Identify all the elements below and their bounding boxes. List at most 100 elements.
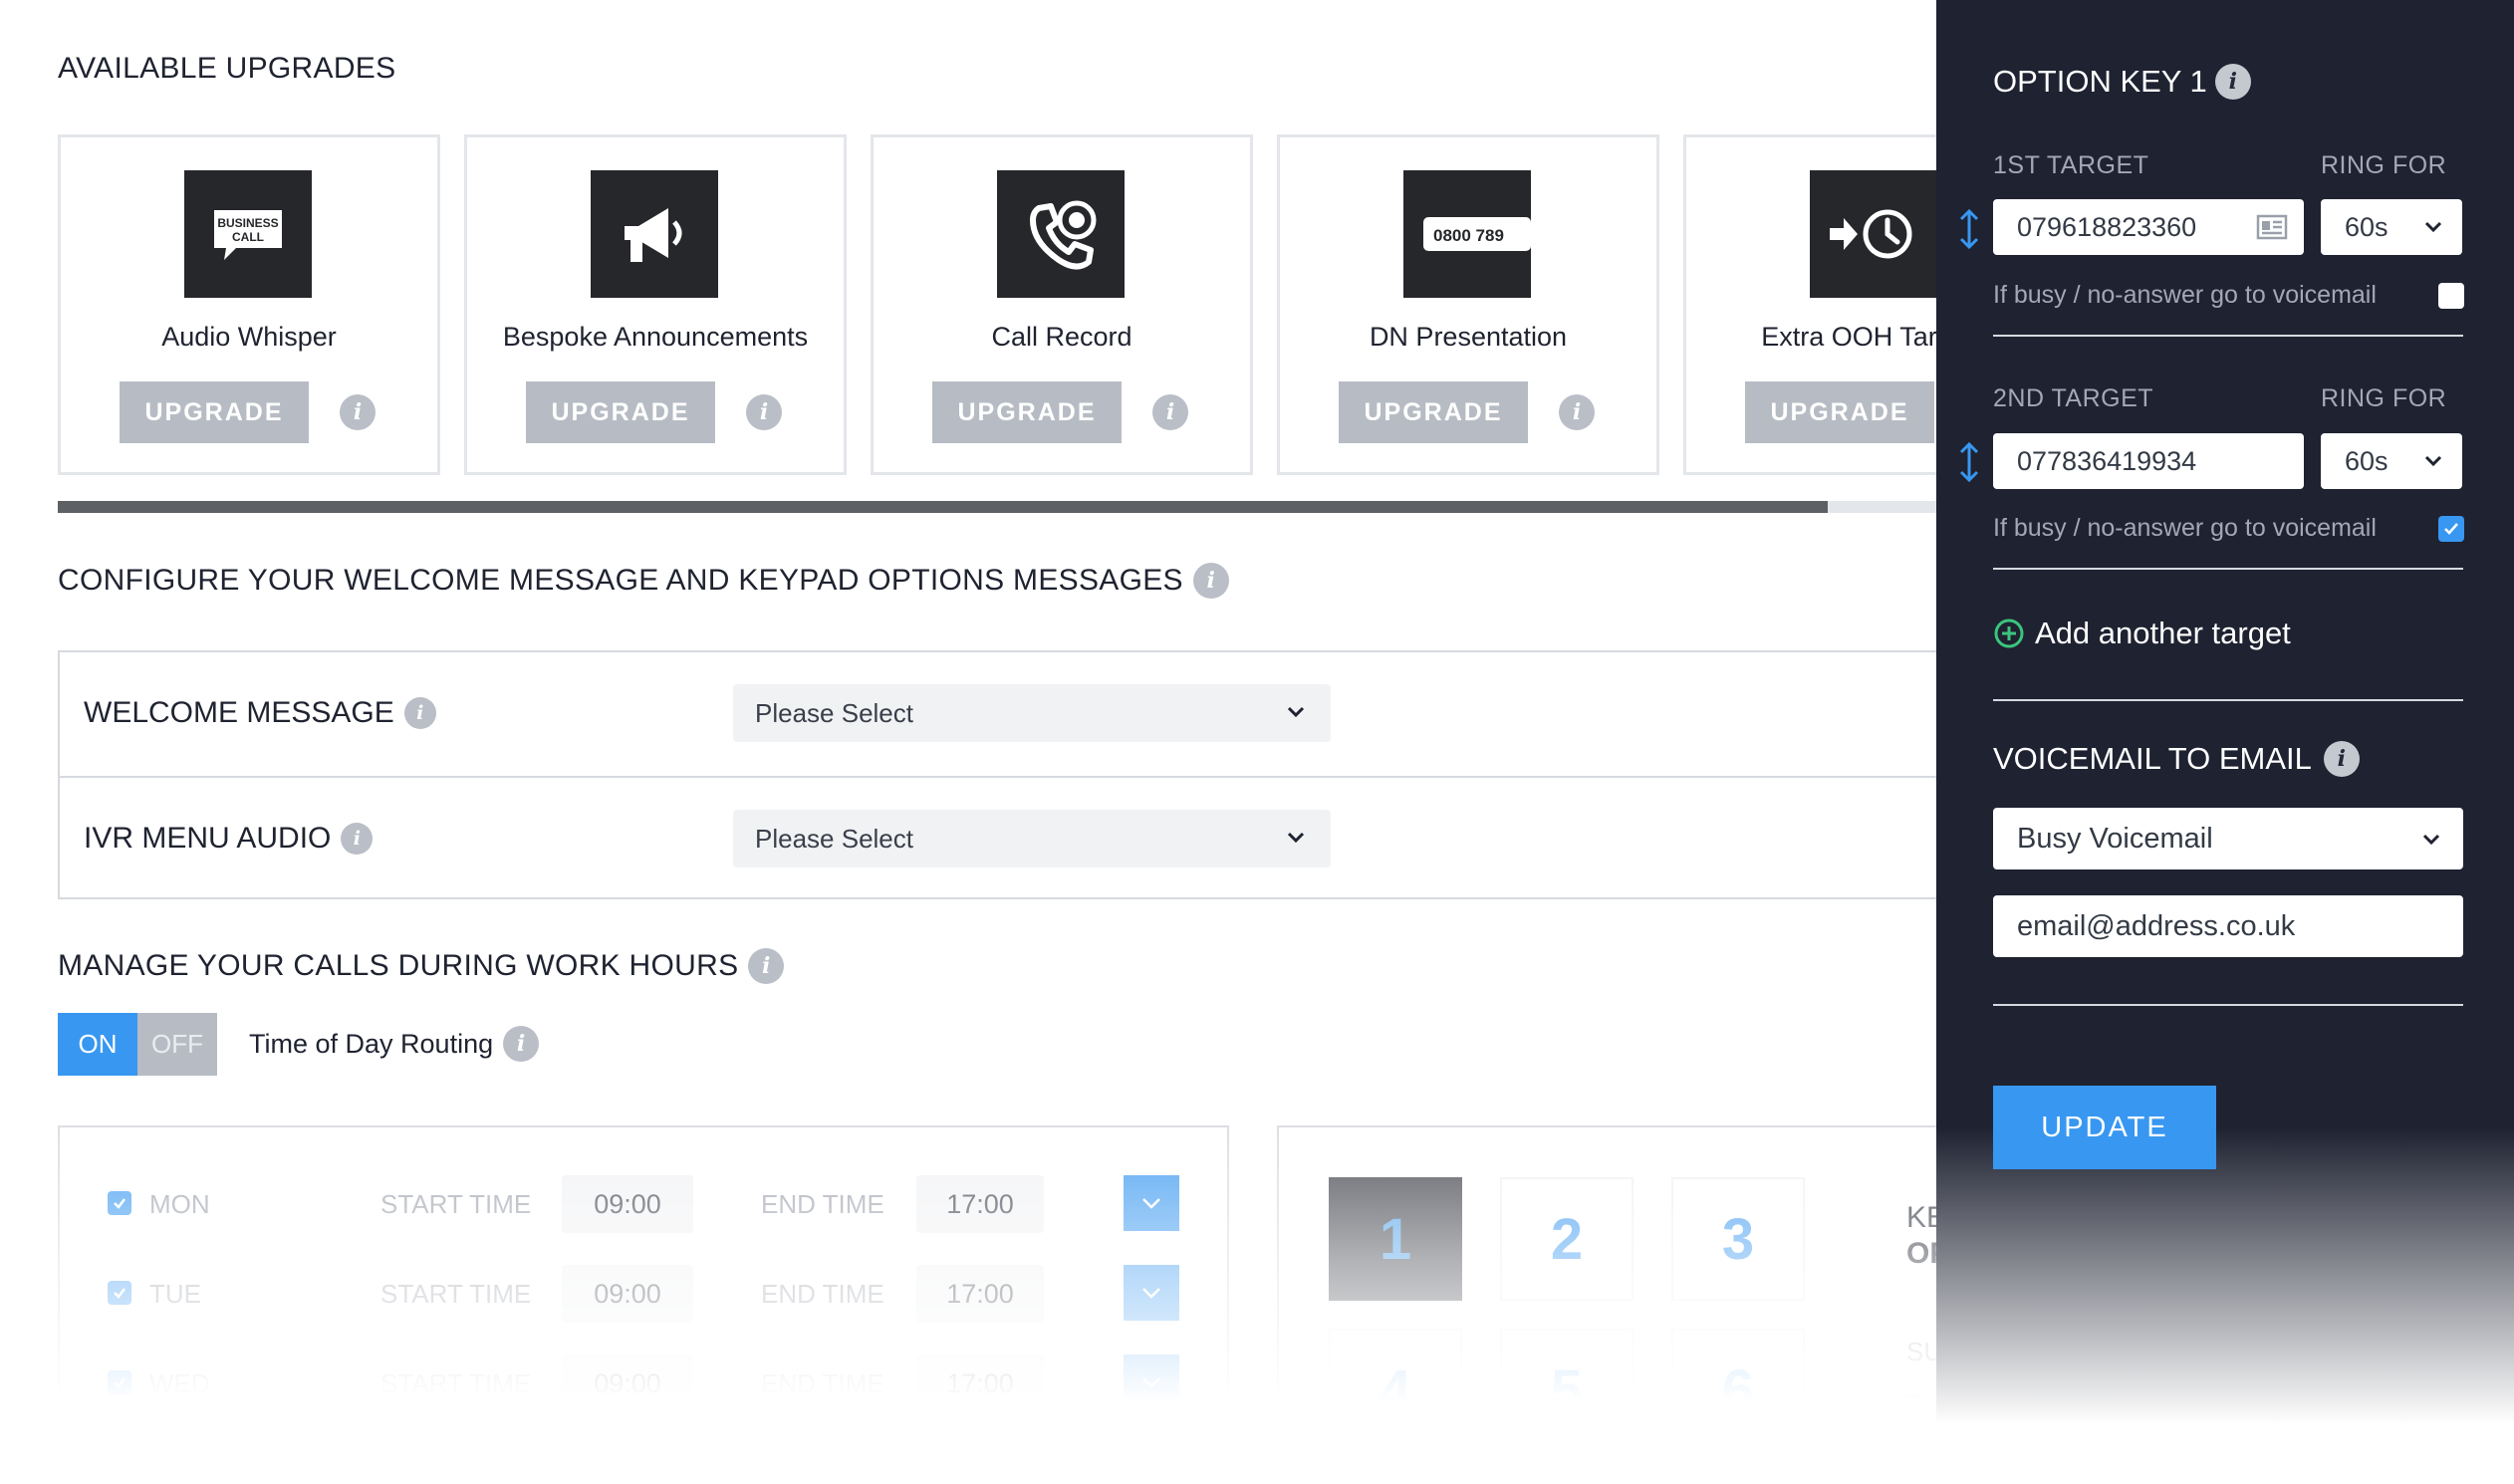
scrollbar-thumb[interactable] xyxy=(58,501,1828,513)
upgrade-card-call-record: Call Record UPGRADE i xyxy=(871,134,1253,475)
day-expand-button[interactable] xyxy=(1124,1175,1179,1231)
upgrade-card-dn-presentation: 0800 789 DN Presentation UPGRADE i xyxy=(1277,134,1659,475)
main-content: AVAILABLE UPGRADES BUSINESS CALL Audio W… xyxy=(0,0,1936,1484)
option-key-panel: OPTION KEY 1 i 1ST TARGET RING FOR 07961… xyxy=(1936,0,2514,1484)
day-checkbox[interactable] xyxy=(108,1370,131,1394)
keypad-key-5[interactable]: 5 xyxy=(1500,1329,1634,1452)
info-icon[interactable]: i xyxy=(1559,394,1595,430)
work-hours-title: MANAGE YOUR CALLS DURING WORK HOURS i xyxy=(58,948,785,984)
divider xyxy=(1993,335,2463,337)
voicemail-email-input[interactable]: email@address.co.uk xyxy=(1993,895,2463,957)
ivr-menu-audio-row: IVR MENU AUDIO i Please Select xyxy=(60,776,1936,899)
target2-voicemail-checkbox[interactable] xyxy=(2438,516,2464,542)
reorder-arrows-icon[interactable] xyxy=(1956,440,1982,484)
end-time-label: END TIME xyxy=(761,1368,884,1398)
upgrade-button-extra-ooh-targets[interactable]: UPGRADE xyxy=(1745,381,1934,443)
info-icon[interactable]: i xyxy=(503,1026,540,1062)
phone-record-icon xyxy=(997,170,1125,298)
end-time-label: END TIME xyxy=(761,1279,884,1309)
chevron-down-icon xyxy=(2422,834,2440,846)
clock-arrow-icon xyxy=(1810,170,1936,298)
chevron-down-icon xyxy=(1142,1377,1160,1388)
keypad-key-1[interactable]: 1 xyxy=(1329,1177,1462,1301)
divider xyxy=(1993,568,2463,570)
info-icon[interactable]: i xyxy=(2323,741,2360,777)
voicemail-to-email-title: VOICEMAIL TO EMAIL i xyxy=(1993,741,2360,777)
end-time-input[interactable]: 17:00 xyxy=(916,1175,1044,1233)
target2-input[interactable]: 077836419934 xyxy=(1993,433,2304,489)
panel-title: OPTION KEY 1 i xyxy=(1993,64,2251,100)
day-expand-button[interactable] xyxy=(1124,1265,1179,1321)
ivr-menu-audio-select[interactable]: Please Select xyxy=(733,810,1331,867)
target1-voicemail-label: If busy / no-answer go to voicemail xyxy=(1993,281,2377,309)
upgrade-name: DN Presentation xyxy=(1369,322,1568,352)
info-icon[interactable]: i xyxy=(341,823,374,855)
day-checkbox[interactable] xyxy=(108,1281,131,1305)
start-time-input[interactable]: 09:00 xyxy=(562,1175,693,1233)
svg-text:0800 789: 0800 789 xyxy=(1433,226,1504,245)
target2-ring-select[interactable]: 60s xyxy=(2321,433,2462,489)
info-icon[interactable]: i xyxy=(403,697,436,729)
end-time-label: END TIME xyxy=(761,1189,884,1219)
keypad-side-title: KE xyxy=(1906,1201,1936,1234)
upgrade-button-dn-presentation[interactable]: UPGRADE xyxy=(1339,381,1528,443)
start-time-input[interactable]: 09:00 xyxy=(562,1265,693,1323)
day-name: MON xyxy=(149,1189,210,1219)
upgrade-name: Audio Whisper xyxy=(161,322,337,352)
upgrade-card-extra-ooh-targets: Extra OOH Targets UPGRADE i xyxy=(1683,134,1936,475)
work-hours-toggle[interactable]: ON OFF xyxy=(58,1013,217,1076)
target2-voicemail-label: If busy / no-answer go to voicemail xyxy=(1993,514,2377,542)
keypad-key-4[interactable]: 4 xyxy=(1329,1329,1462,1452)
info-icon[interactable]: i xyxy=(2214,64,2251,100)
voicemail-type-select[interactable]: Busy Voicemail xyxy=(1993,808,2463,869)
reorder-arrows-icon[interactable] xyxy=(1956,207,1982,251)
upgrade-card-audio-whisper: BUSINESS CALL Audio Whisper UPGRADE i xyxy=(58,134,440,475)
target1-ring-select[interactable]: 60s xyxy=(2321,199,2462,255)
keypad-side-subtitle: OP xyxy=(1906,1237,1936,1270)
end-time-input[interactable]: 17:00 xyxy=(916,1355,1044,1412)
update-button[interactable]: UPDATE xyxy=(1993,1086,2216,1169)
upgrade-card-bespoke-announcements: Bespoke Announcements UPGRADE i xyxy=(464,134,847,475)
megaphone-icon xyxy=(591,170,718,298)
keypad-key-2[interactable]: 2 xyxy=(1500,1177,1634,1301)
upgrade-button-call-record[interactable]: UPGRADE xyxy=(932,381,1122,443)
chevron-down-icon xyxy=(1287,706,1305,718)
chevron-down-icon xyxy=(2424,455,2442,467)
start-time-label: START TIME xyxy=(380,1368,532,1398)
welcome-message-select[interactable]: Please Select xyxy=(733,684,1331,742)
upgrade-name: Bespoke Announcements xyxy=(502,322,809,352)
start-time-input[interactable]: 09:00 xyxy=(562,1355,693,1412)
keypad-side-text: Ta xyxy=(1906,1388,1934,1418)
day-expand-button[interactable] xyxy=(1124,1355,1179,1410)
upgrade-button-audio-whisper[interactable]: UPGRADE xyxy=(120,381,309,443)
keypad-side-label: SU xyxy=(1906,1337,1936,1366)
upgrades-scrollbar[interactable] xyxy=(58,501,1936,513)
end-time-input[interactable]: 17:00 xyxy=(916,1265,1044,1323)
chevron-down-icon xyxy=(1142,1198,1160,1209)
target1-voicemail-checkbox[interactable] xyxy=(2438,283,2464,309)
day-checkbox[interactable] xyxy=(108,1191,131,1215)
chevron-down-icon xyxy=(1287,832,1305,844)
welcome-config-box: WELCOME MESSAGE i Please Select IVR MENU… xyxy=(58,650,1936,899)
business-call-icon: BUSINESS CALL xyxy=(184,170,312,298)
toggle-off[interactable]: OFF xyxy=(137,1013,217,1076)
info-icon[interactable]: i xyxy=(1152,394,1188,430)
info-icon[interactable]: i xyxy=(1192,563,1229,599)
target1-input[interactable]: 079618823360 xyxy=(1993,199,2304,255)
contact-card-icon[interactable] xyxy=(2256,213,2288,241)
keypad-key-3[interactable]: 3 xyxy=(1671,1177,1805,1301)
info-icon[interactable]: i xyxy=(748,948,785,984)
toggle-on[interactable]: ON xyxy=(58,1013,137,1076)
chevron-down-icon xyxy=(1142,1288,1160,1299)
day-name: WED xyxy=(149,1368,210,1398)
day-row-tue: TUE START TIME 09:00 END TIME 17:00 xyxy=(60,1265,1227,1325)
upgrade-button-bespoke-announcements[interactable]: UPGRADE xyxy=(526,381,715,443)
keypad-key-6[interactable]: 6 xyxy=(1671,1329,1805,1452)
info-icon[interactable]: i xyxy=(746,394,782,430)
ivr-menu-audio-label: IVR MENU AUDIO i xyxy=(84,822,374,856)
add-target-button[interactable]: Add another target xyxy=(1993,616,2291,651)
ring-for-label: RING FOR xyxy=(2321,384,2447,412)
start-time-label: START TIME xyxy=(380,1189,532,1219)
svg-text:BUSINESS: BUSINESS xyxy=(217,216,278,230)
info-icon[interactable]: i xyxy=(340,394,376,430)
